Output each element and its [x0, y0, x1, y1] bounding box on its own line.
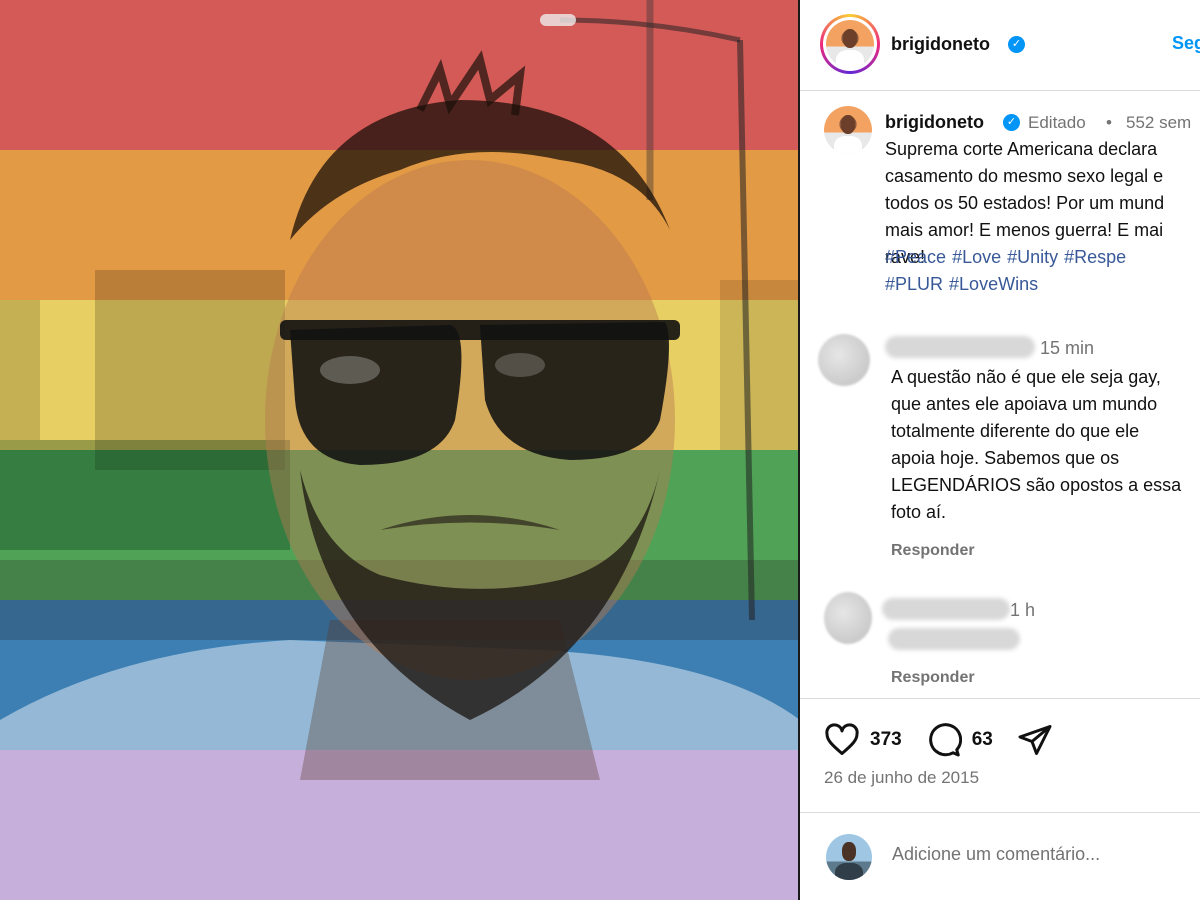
hashtag-link[interactable]: #Peace [885, 247, 946, 267]
caption-username[interactable]: brigidoneto [885, 112, 984, 133]
header-divider [800, 90, 1200, 91]
reply-button[interactable]: Responder [891, 542, 975, 560]
reply-button[interactable]: Responder [891, 669, 975, 687]
hashtag-link[interactable]: #Respe [1064, 247, 1126, 267]
comments-count[interactable]: 63 [972, 729, 993, 751]
comment-time[interactable]: 1 h [1010, 600, 1035, 621]
add-comment-input[interactable] [892, 844, 1192, 865]
avatar [826, 20, 874, 68]
add-comment-bar [824, 832, 1200, 882]
hashtags-line-2: #PLUR #LoveWins [885, 271, 1200, 298]
meta-separator: • [1106, 113, 1112, 132]
comment-text-blurred [888, 628, 1020, 650]
comment-icon[interactable] [926, 722, 962, 758]
header-username[interactable]: brigidoneto [891, 34, 990, 55]
edited-label: Editado [1028, 113, 1086, 132]
comment-text: A questão não é que ele seja gay, que an… [891, 367, 1182, 522]
selfie-illustration [0, 0, 800, 900]
hashtags-line-1: #Peace #Love #Unity #Respe [885, 244, 1200, 271]
post-photo[interactable] [0, 0, 800, 900]
heart-icon[interactable] [824, 722, 860, 758]
verified-badge-icon: ✓ [1003, 114, 1020, 131]
caption-avatar[interactable] [824, 106, 872, 154]
verified-badge-icon: ✓ [1008, 36, 1025, 53]
follow-button[interactable]: Segu [1172, 33, 1200, 54]
share-icon[interactable] [1017, 722, 1053, 758]
comment-username-blurred[interactable] [882, 598, 1010, 620]
likes-count[interactable]: 373 [870, 729, 902, 751]
header-avatar-story-ring[interactable] [820, 14, 880, 74]
hashtag-link[interactable]: #PLUR [885, 274, 943, 294]
comment-username-blurred[interactable] [885, 336, 1035, 358]
post-side-panel: brigidoneto ✓ Segu brigidoneto ✓ Editado… [800, 0, 1200, 900]
hashtag-link[interactable]: #Unity [1007, 247, 1058, 267]
current-user-avatar [826, 834, 872, 880]
post-actions: 373 63 [824, 720, 1053, 760]
comment-time[interactable]: 15 min [1040, 338, 1094, 359]
hashtag-link[interactable]: #LoveWins [949, 274, 1038, 294]
comment-avatar[interactable] [818, 334, 870, 386]
comment-box-divider [800, 812, 1200, 813]
comment-avatar[interactable] [824, 592, 872, 644]
post-date[interactable]: 26 de junho de 2015 [824, 768, 979, 788]
hashtag-link[interactable]: #Love [952, 247, 1001, 267]
actions-divider [800, 698, 1200, 699]
caption-hashtags: #Peace #Love #Unity #Respe #PLUR #LoveWins [885, 244, 1200, 298]
post-age[interactable]: 552 sem [1126, 113, 1191, 133]
